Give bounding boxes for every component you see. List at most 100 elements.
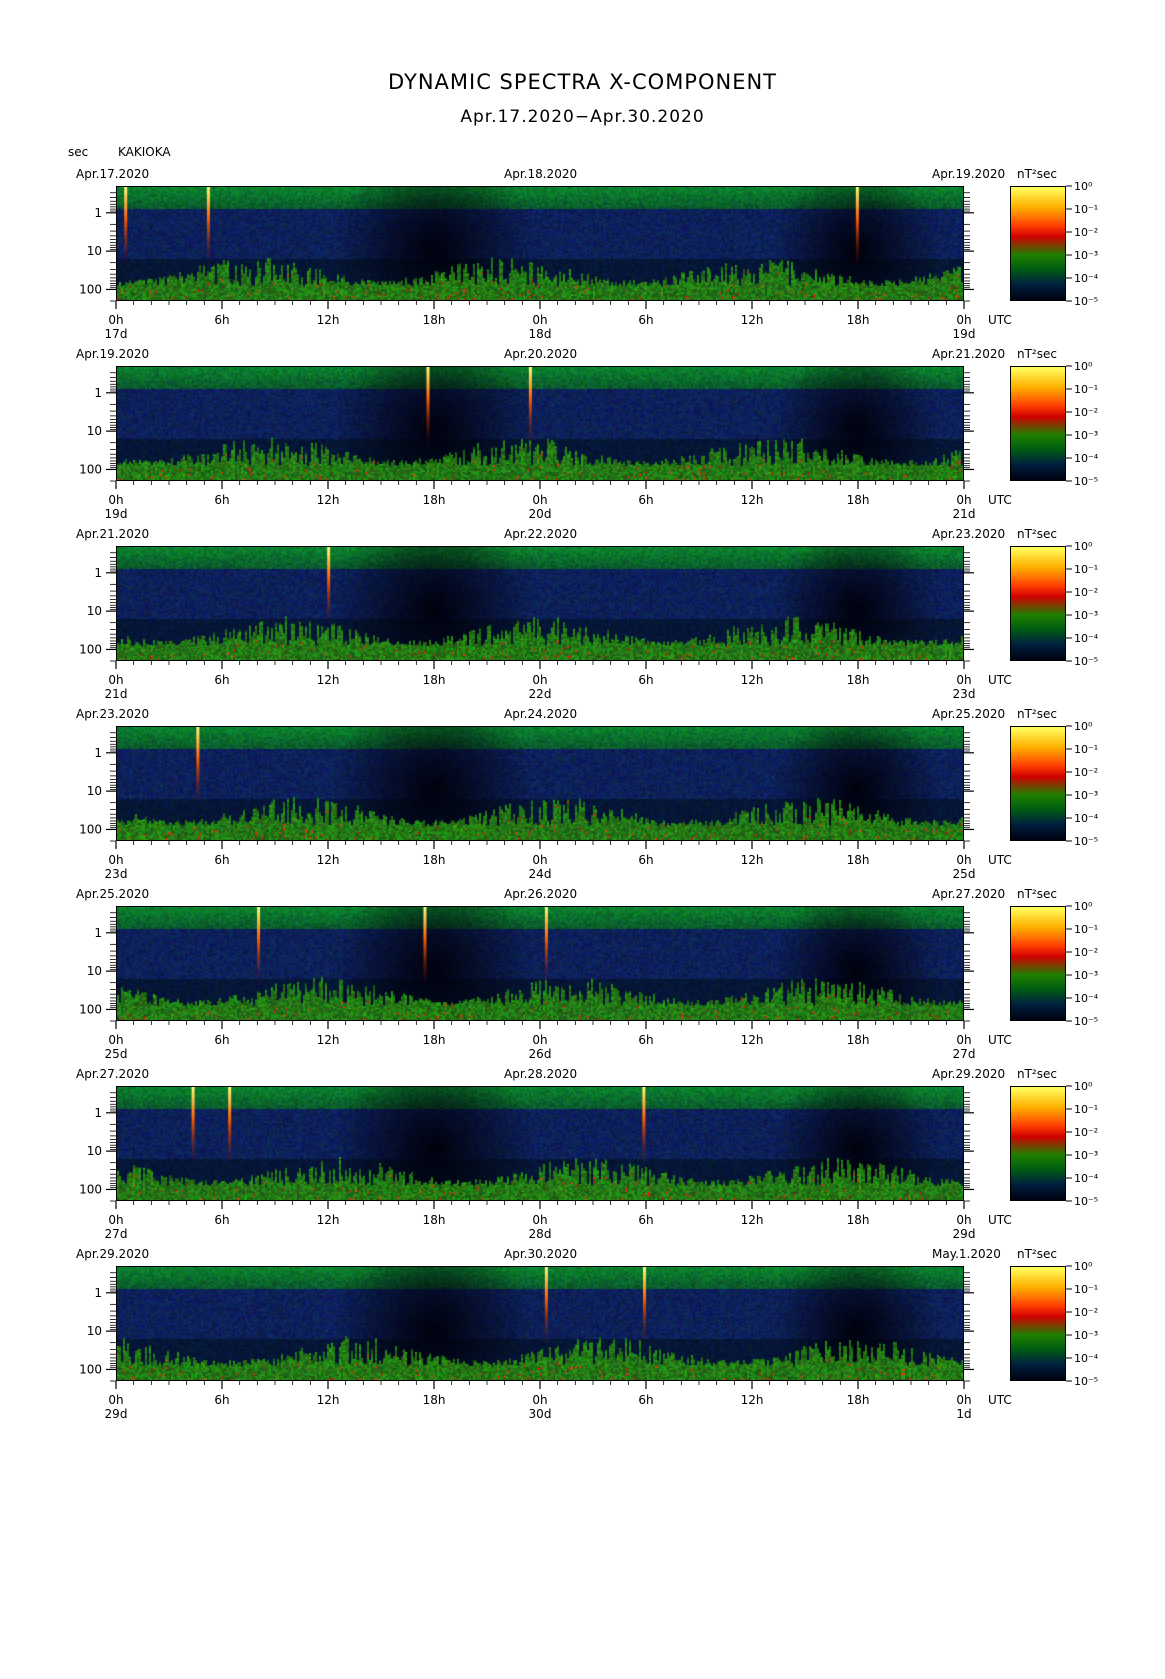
colorbar-tick-label: 10⁻⁵ (1074, 475, 1098, 488)
panel-start-date: Apr.27.2020 (76, 1067, 150, 1081)
colorbar-unit-label: nT²sec (1017, 707, 1057, 721)
day-label: 25d (953, 867, 976, 881)
day-label: 29d (105, 1407, 128, 1421)
x-tick-label: 12h (317, 493, 340, 507)
panel-end-date: Apr.23.2020 (932, 527, 1006, 541)
utc-label: UTC (988, 1033, 1012, 1047)
colorbar (1010, 366, 1066, 481)
x-tick-label: 0h (532, 673, 547, 687)
colorbar-unit-label: nT²sec (1017, 527, 1057, 541)
x-tick-label: 6h (214, 313, 229, 327)
day-label: 24d (529, 867, 552, 881)
x-tick-label: 12h (741, 1393, 764, 1407)
x-tick-label: 0h (956, 493, 971, 507)
day-label: 19d (953, 327, 976, 341)
y-tick-label: 1 (94, 566, 102, 580)
colorbar-unit-label: nT²sec (1017, 347, 1057, 361)
panel-axes: 1 10 100 0h 6h 12h 18h 0h 6h 12h 18h 0h UTC 29d 30d 1d 1… (79, 1260, 1099, 1421)
y-tick-label: 10 (87, 964, 102, 978)
utc-label: UTC (988, 673, 1012, 687)
panel-mid-date: Apr.20.2020 (504, 347, 578, 361)
colorbar-tick-label: 10⁻⁵ (1074, 655, 1098, 668)
y-tick-label: 100 (79, 1362, 102, 1376)
y-tick-label: 10 (87, 244, 102, 258)
colorbar-unit-label: nT²sec (1017, 1247, 1057, 1261)
x-tick-label: 6h (214, 1213, 229, 1227)
day-label: 20d (529, 507, 552, 521)
panel-axes: 1 10 100 0h 6h 12h 18h 0h 6h 12h 18h 0h UTC 17d 18d 19d… (79, 180, 1099, 341)
colorbar (1010, 1086, 1066, 1201)
colorbar-tick-label: 10⁻⁴ (1074, 992, 1099, 1005)
x-tick-label: 18h (423, 1393, 446, 1407)
panel-mid-date: Apr.24.2020 (504, 707, 578, 721)
y-tick-label: 10 (87, 424, 102, 438)
x-tick-label: 0h (532, 1033, 547, 1047)
y-tick-label: 100 (79, 282, 102, 296)
colorbar-tick-label: 10⁻¹ (1074, 743, 1098, 756)
colorbar-unit-label: nT²sec (1017, 887, 1057, 901)
colorbar-tick-label: 10⁻⁴ (1074, 452, 1099, 465)
spectrum-panel: Apr.21.2020 Apr.22.2020 Apr.23.2020 nT²sec 1… (0, 527, 1165, 726)
panel-mid-date: Apr.28.2020 (504, 1067, 578, 1081)
x-tick-label: 12h (317, 1213, 340, 1227)
day-label: 19d (105, 507, 128, 521)
y-tick-label: 100 (79, 1182, 102, 1196)
chart-subtitle: Apr.17.2020−Apr.30.2020 (460, 107, 705, 127)
x-tick-label: 18h (423, 493, 446, 507)
x-tick-label: 0h (532, 313, 547, 327)
utc-label: UTC (988, 853, 1012, 867)
colorbar-tick-label: 10⁻¹ (1074, 563, 1098, 576)
x-tick-label: 6h (214, 673, 229, 687)
panel-start-date: Apr.25.2020 (76, 887, 150, 901)
spectrum-panel: Apr.23.2020 Apr.24.2020 Apr.25.2020 nT²sec 1… (0, 707, 1165, 906)
chart-title: DYNAMIC SPECTRA X-COMPONENT (387, 70, 778, 94)
y-tick-label: 100 (79, 822, 102, 836)
y-tick-label: 10 (87, 604, 102, 618)
x-tick-label: 6h (214, 1393, 229, 1407)
colorbar-tick-label: 10⁻⁵ (1074, 1015, 1098, 1028)
day-label: 28d (529, 1227, 552, 1241)
y-unit-label: sec (68, 145, 89, 159)
day-label: 22d (529, 687, 552, 701)
x-tick-label: 6h (638, 493, 653, 507)
panel-start-date: Apr.19.2020 (76, 347, 150, 361)
colorbar-tick-label: 10⁻³ (1074, 969, 1098, 982)
colorbar (1010, 1266, 1066, 1381)
colorbar-tick-label: 10⁻¹ (1074, 1283, 1098, 1296)
x-tick-label: 0h (956, 1393, 971, 1407)
colorbar-tick-label: 10⁻³ (1074, 609, 1098, 622)
colorbar-tick-label: 10⁻² (1074, 946, 1098, 959)
x-tick-label: 0h (532, 493, 547, 507)
colorbar-tick-label: 10⁻² (1074, 1306, 1098, 1319)
day-label: 27d (105, 1227, 128, 1241)
x-tick-label: 6h (214, 493, 229, 507)
colorbar-tick-label: 10⁻⁵ (1074, 1195, 1098, 1208)
colorbar-tick-label: 10⁻² (1074, 406, 1098, 419)
x-tick-label: 0h (108, 1213, 123, 1227)
x-tick-label: 6h (638, 313, 653, 327)
panel-mid-date: Apr.18.2020 (504, 167, 578, 181)
panel-end-date: May.1.2020 (932, 1247, 1001, 1261)
panel-start-date: Apr.21.2020 (76, 527, 150, 541)
day-label: 30d (529, 1407, 552, 1421)
x-tick-label: 0h (108, 1033, 123, 1047)
y-tick-label: 10 (87, 1324, 102, 1338)
panel-end-date: Apr.29.2020 (932, 1067, 1006, 1081)
spectrum-panel: Apr.27.2020 Apr.28.2020 Apr.29.2020 nT²sec 1… (0, 1067, 1165, 1266)
x-tick-label: 0h (956, 313, 971, 327)
y-tick-label: 10 (87, 784, 102, 798)
colorbar-tick-label: 10⁻³ (1074, 429, 1098, 442)
spectrum-panel: Apr.29.2020 Apr.30.2020 May.1.2020 nT²sec 1 1… (0, 1247, 1165, 1446)
day-label: 25d (105, 1047, 128, 1061)
y-tick-label: 1 (94, 206, 102, 220)
colorbar-tick-label: 10⁻¹ (1074, 923, 1098, 936)
x-tick-label: 6h (638, 673, 653, 687)
colorbar-tick-label: 10⁻⁵ (1074, 1375, 1098, 1388)
colorbar-tick-label: 10⁰ (1074, 540, 1093, 553)
panel-mid-date: Apr.30.2020 (504, 1247, 578, 1261)
spectrum-panel: Apr.17.2020 Apr.18.2020 Apr.19.2020 nT²sec 1… (0, 167, 1165, 366)
panel-mid-date: Apr.22.2020 (504, 527, 578, 541)
panel-end-date: Apr.27.2020 (932, 887, 1006, 901)
panel-start-date: Apr.17.2020 (76, 167, 150, 181)
x-tick-label: 18h (847, 673, 870, 687)
